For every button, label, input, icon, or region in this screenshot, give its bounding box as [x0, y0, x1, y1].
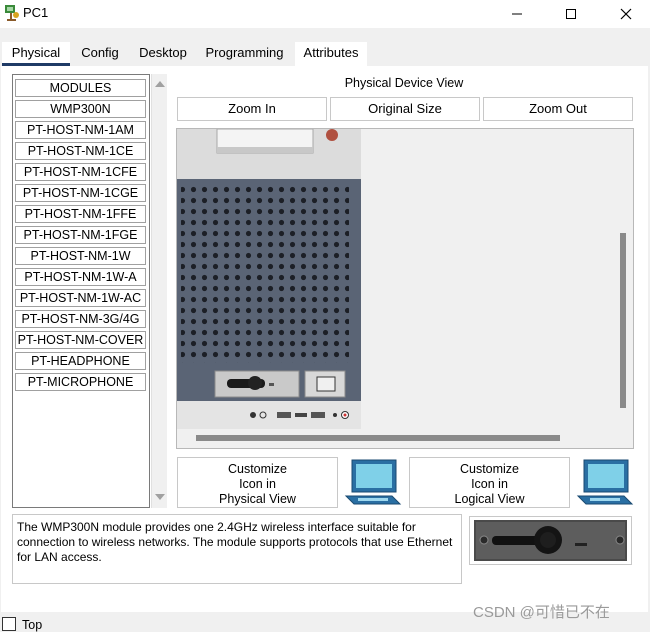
module-item-nm-cover[interactable]: PT-HOST-NM-COVER [15, 331, 146, 349]
minimize-icon [512, 13, 522, 15]
module-item-nm-1fge[interactable]: PT-HOST-NM-1FGE [15, 226, 146, 244]
module-item-header[interactable]: MODULES [15, 79, 146, 97]
logical-view-pc-icon [576, 459, 634, 505]
customize-physical-line-3: Physical View [219, 492, 296, 506]
module-item-microphone[interactable]: PT-MICROPHONE [15, 373, 146, 391]
module-preview [469, 516, 632, 565]
tab-physical[interactable]: Physical [2, 42, 70, 66]
title-bar: PC1 [0, 0, 650, 28]
customize-logical-line-3: Logical View [454, 492, 525, 506]
module-item-nm-1w-ac[interactable]: PT-HOST-NM-1W-AC [15, 289, 146, 307]
module-item-nm-1cge[interactable]: PT-HOST-NM-1CGE [15, 184, 146, 202]
tab-desktop[interactable]: Desktop [132, 42, 194, 66]
top-checkbox-label: Top [22, 618, 43, 632]
top-checkbox[interactable] [2, 617, 16, 631]
zoom-out-button[interactable]: Zoom Out [483, 97, 633, 121]
module-list-scrollbar[interactable] [151, 74, 167, 508]
minimize-button[interactable] [494, 0, 540, 28]
module-item-nm-1ce[interactable]: PT-HOST-NM-1CE [15, 142, 146, 160]
module-item-nm-1am[interactable]: PT-HOST-NM-1AM [15, 121, 146, 139]
customize-logical-line-2: Icon in [471, 477, 508, 491]
tab-programming[interactable]: Programming [200, 42, 289, 66]
scroll-down-icon[interactable] [155, 494, 165, 500]
close-button[interactable] [603, 0, 649, 28]
customize-logical-line-1: Customize [459, 462, 520, 476]
device-view-title: Physical Device View [344, 76, 464, 90]
module-list[interactable]: MODULES WMP300N PT-HOST-NM-1AM PT-HOST-N… [12, 74, 150, 508]
module-item-nm-1w-a[interactable]: PT-HOST-NM-1W-A [15, 268, 146, 286]
tab-config[interactable]: Config [76, 42, 124, 66]
customize-physical-line-1: Customize [227, 462, 288, 476]
device-view-horizontal-scrollbar[interactable] [196, 435, 560, 441]
tab-attributes[interactable]: Attributes [295, 42, 367, 66]
pc-chassis-image [177, 129, 361, 429]
zoom-in-button[interactable]: Zoom In [177, 97, 327, 121]
scroll-up-icon[interactable] [155, 81, 165, 87]
physical-view-pc-icon [344, 459, 402, 505]
window-title: PC1 [23, 5, 49, 20]
customize-physical-line-2: Icon in [239, 477, 276, 491]
module-item-nm-1cfe[interactable]: PT-HOST-NM-1CFE [15, 163, 146, 181]
customize-physical-icon-button[interactable]: Customize Icon in Physical View [177, 457, 338, 508]
wmp300n-module-image [474, 520, 627, 561]
tab-bar: Physical Config Desktop Programming Attr… [0, 38, 650, 66]
module-item-headphone[interactable]: PT-HEADPHONE [15, 352, 146, 370]
maximize-icon [566, 9, 576, 19]
pc-tree-icon [5, 5, 19, 21]
module-description: The WMP300N module provides one 2.4GHz w… [12, 514, 462, 584]
module-item-nm-1w[interactable]: PT-HOST-NM-1W [15, 247, 146, 265]
customize-logical-icon-button[interactable]: Customize Icon in Logical View [409, 457, 570, 508]
device-view-vertical-scrollbar[interactable] [620, 233, 626, 408]
module-item-wmp300n[interactable]: WMP300N [15, 100, 146, 118]
physical-device-view[interactable] [176, 128, 634, 449]
maximize-button[interactable] [548, 0, 594, 28]
close-icon [620, 8, 632, 20]
watermark: CSDN @可惜已不在 [473, 604, 610, 621]
original-size-button[interactable]: Original Size [330, 97, 480, 121]
module-item-nm-1ffe[interactable]: PT-HOST-NM-1FFE [15, 205, 146, 223]
module-item-nm-3g4g[interactable]: PT-HOST-NM-3G/4G [15, 310, 146, 328]
